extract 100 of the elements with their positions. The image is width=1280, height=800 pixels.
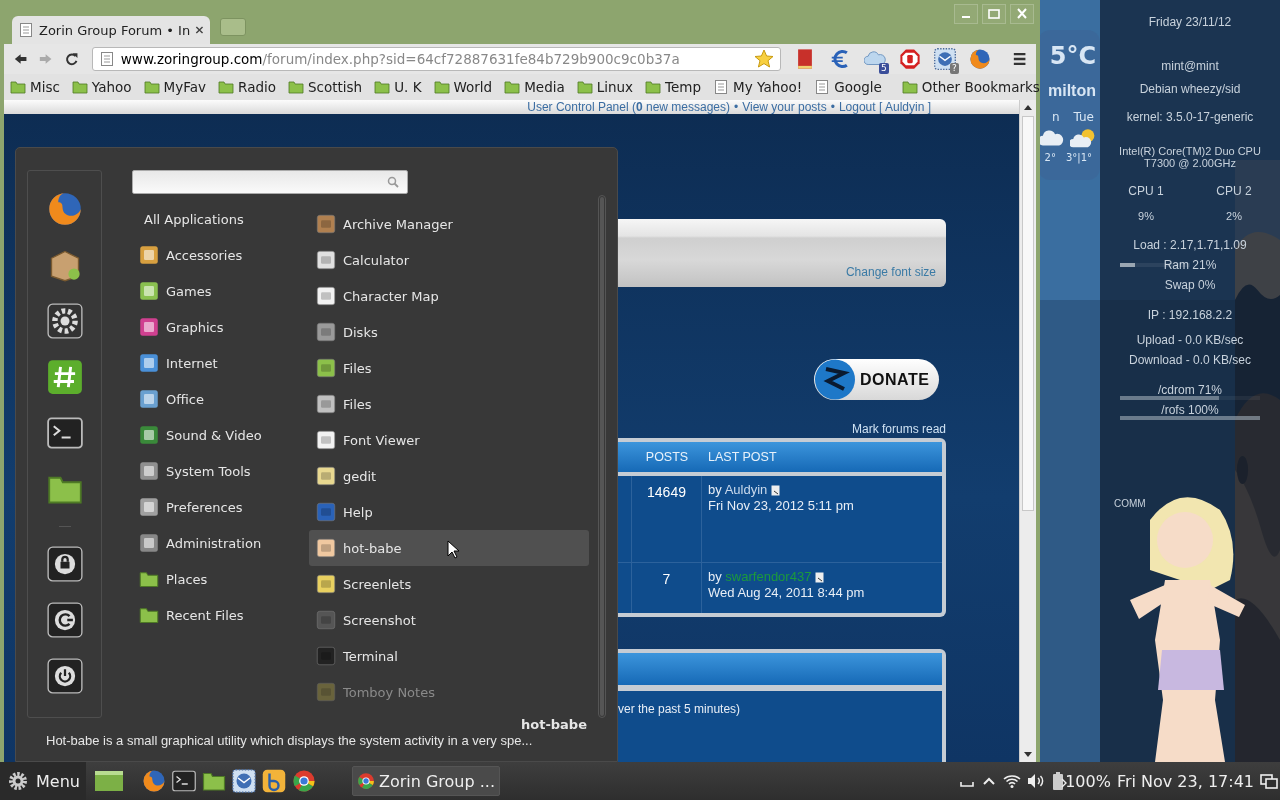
bookmark[interactable]: Temp: [645, 79, 702, 95]
user-link[interactable]: User Control Panel (0 new messages): [527, 100, 730, 114]
scrollbar[interactable]: [598, 195, 606, 718]
close-button[interactable]: [1010, 4, 1034, 24]
battery-icon[interactable]: [1051, 771, 1068, 791]
app-icon: [316, 430, 336, 450]
close-icon[interactable]: [195, 25, 204, 35]
clock[interactable]: Fri Nov 23, 17:41: [1116, 771, 1254, 791]
bookmark[interactable]: Linux: [576, 79, 634, 95]
app-item[interactable]: Screenshot: [309, 602, 589, 638]
star-icon[interactable]: [753, 49, 774, 69]
bookmark[interactable]: MyFav: [143, 79, 207, 95]
app-item[interactable]: Files: [309, 386, 589, 422]
browser-tab[interactable]: Zorin Group Forum • In: [12, 16, 210, 44]
cpu-label: CPU 2: [1216, 183, 1252, 200]
wifi-icon[interactable]: [1003, 773, 1022, 789]
app-item[interactable]: Calculator: [309, 242, 589, 278]
day-label: Tue: [1073, 110, 1094, 124]
disk-text: /cdrom 71%: [1158, 382, 1222, 399]
app-icon: [139, 281, 159, 301]
bookmark[interactable]: Google: [814, 79, 882, 95]
bookmark[interactable]: Yahoo: [71, 79, 132, 95]
lock-icon: [46, 546, 83, 582]
folder-icon: [901, 79, 918, 95]
user-link[interactable]: Logout [ Auldyin ]: [838, 100, 931, 114]
category-item[interactable]: Graphics: [137, 309, 305, 345]
count-badge: 5: [878, 63, 889, 74]
category-item[interactable]: Recent Files: [137, 597, 305, 633]
search-field[interactable]: [132, 170, 408, 194]
address-bar[interactable]: www.zoringroup.com/forum/index.php?sid=64cf72887631fe84b729b900c9c0b37a: [91, 47, 781, 71]
side-text: COMM: [1114, 498, 1146, 509]
folder-icon: [504, 79, 521, 95]
app-item[interactable]: gedit: [309, 458, 589, 494]
app-icon: [316, 250, 336, 270]
by-label: by: [708, 482, 722, 497]
category-item[interactable]: All Applications: [137, 201, 305, 237]
bookmark[interactable]: My Yahoo!: [713, 79, 803, 95]
folder-icon: [645, 79, 662, 95]
terminal-icon: [46, 415, 83, 451]
app-icon: [316, 394, 336, 414]
post-icon[interactable]: [771, 485, 782, 497]
app-item[interactable]: Screenlets: [309, 566, 589, 602]
category-item[interactable]: Sound & Video: [137, 417, 305, 453]
window-button[interactable]: Zorin Group ...: [351, 766, 500, 796]
category-item[interactable]: Places: [137, 561, 305, 597]
user-link[interactable]: View your posts: [742, 100, 827, 114]
browser-icon: [356, 772, 375, 790]
bookmark[interactable]: World: [433, 79, 493, 95]
bookmark[interactable]: U. K: [374, 79, 422, 95]
volume-icon[interactable]: [1027, 773, 1046, 789]
windows-icon[interactable]: [1260, 772, 1278, 790]
category-item[interactable]: Internet: [137, 345, 305, 381]
day-label: n: [1051, 110, 1060, 124]
bookmark[interactable]: Misc: [10, 79, 60, 95]
category-item[interactable]: Administration: [137, 525, 305, 561]
minimize-button[interactable]: [954, 4, 978, 24]
post-icon[interactable]: [815, 572, 826, 584]
desktop-icon[interactable]: [93, 769, 124, 793]
post-count: 7: [662, 571, 671, 587]
category-item[interactable]: Office: [137, 381, 305, 417]
app-item[interactable]: Character Map: [309, 278, 589, 314]
city-name: milton: [1048, 82, 1096, 100]
category-item[interactable]: System Tools: [137, 453, 305, 489]
author-link[interactable]: Auldyin: [724, 482, 768, 497]
load-text: Load : 2.17,1.71,1.09: [1133, 237, 1247, 254]
mail-icon: [933, 48, 956, 70]
app-icon: [139, 389, 159, 409]
menu-button[interactable]: Menu: [0, 762, 86, 800]
app-item[interactable]: Font Viewer: [309, 422, 589, 458]
battery-percentage: 100%: [1065, 771, 1111, 791]
category-item[interactable]: Games: [137, 273, 305, 309]
scroll-down-icon[interactable]: [1024, 752, 1032, 758]
app-item[interactable]: Terminal: [309, 638, 589, 674]
app-item[interactable]: Help: [309, 494, 589, 530]
post-date: Wed Aug 24, 2011 8:44 pm: [708, 585, 865, 600]
app-icon: [139, 533, 159, 553]
donate-button[interactable]: DONATE: [814, 359, 939, 400]
app-icon: [316, 286, 336, 306]
app-item[interactable]: hot-babe: [309, 530, 589, 566]
temperature: 5°C: [1049, 44, 1096, 68]
app-icon: [316, 502, 336, 522]
category-item[interactable]: Preferences: [137, 489, 305, 525]
bookmark[interactable]: Scottish: [288, 79, 363, 95]
stop-icon: [898, 48, 921, 70]
page-icon: [18, 22, 34, 38]
bookmark[interactable]: Radio: [218, 79, 276, 95]
cpu-reading: 2%: [1226, 209, 1242, 223]
bookmark[interactable]: Media: [504, 79, 565, 95]
logout-icon: [46, 602, 83, 638]
app-icon: [139, 425, 159, 445]
post-date: Fri Nov 23, 2012 5:11 pm: [708, 498, 854, 513]
mail-icon: [231, 769, 256, 793]
page-icon: [98, 51, 115, 67]
app-item[interactable]: Archive Manager: [309, 206, 589, 242]
folder-icon: [143, 79, 160, 95]
category-item[interactable]: Accessories: [137, 237, 305, 273]
scroll-up-icon[interactable]: [1024, 104, 1032, 110]
app-item[interactable]: Disks: [309, 314, 589, 350]
app-item[interactable]: Files: [309, 350, 589, 386]
mark-read-link[interactable]: Mark forums read: [851, 422, 946, 436]
